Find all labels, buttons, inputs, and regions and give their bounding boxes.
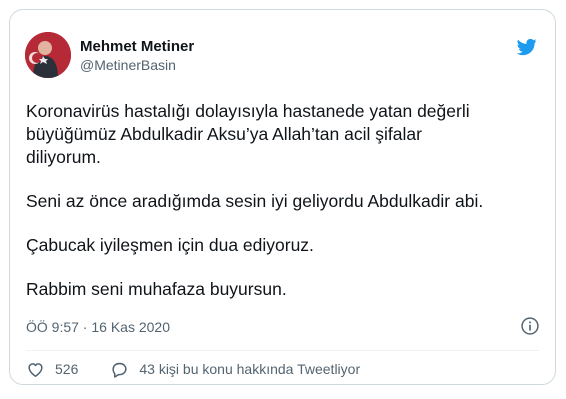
author-display-name[interactable]: Mehmet Metiner xyxy=(80,38,194,56)
like-button[interactable]: 526 xyxy=(26,360,78,379)
speech-bubble-icon xyxy=(112,362,127,378)
divider xyxy=(26,350,539,351)
author-block[interactable]: Mehmet Metiner @MetinerBasin xyxy=(80,38,194,74)
tweet-paragraph: Çabucak iyileşmen için dua ediyoruz. xyxy=(26,235,314,255)
reply-text: 43 kişi bu konu hakkında Tweetliyor xyxy=(139,361,361,377)
timestamp-link[interactable]: ÖÖ 9:57 · 16 Kas 2020 xyxy=(26,319,170,335)
twitter-bird-icon[interactable] xyxy=(516,37,538,57)
heart-icon xyxy=(28,362,43,377)
tweet-paragraph: Koronavirüs hastalığı dolayısıyla hastan… xyxy=(26,101,470,167)
tweet-paragraph: Rabbim seni muhafaza buyursun. xyxy=(26,279,287,299)
tweet-paragraph: Seni az önce aradığımda sesin iyi geliyo… xyxy=(26,191,484,211)
reply-conversation-link[interactable]: 43 kişi bu konu hakkında Tweetliyor xyxy=(110,360,360,379)
info-icon[interactable] xyxy=(520,316,540,336)
author-handle[interactable]: @MetinerBasin xyxy=(80,56,194,74)
embedded-tweet-card: Mehmet Metiner @MetinerBasin Koronavirüs… xyxy=(9,9,556,385)
avatar[interactable] xyxy=(25,32,71,78)
tweet-actions: 526 43 kişi bu konu hakkında Tweetliyor xyxy=(26,358,360,380)
tweet-timestamp: ÖÖ 9:57 · 16 Kas 2020 xyxy=(26,318,170,336)
tweet-text: Koronavirüs hastalığı dolayısıyla hastan… xyxy=(26,100,536,301)
like-count: 526 xyxy=(55,361,79,377)
